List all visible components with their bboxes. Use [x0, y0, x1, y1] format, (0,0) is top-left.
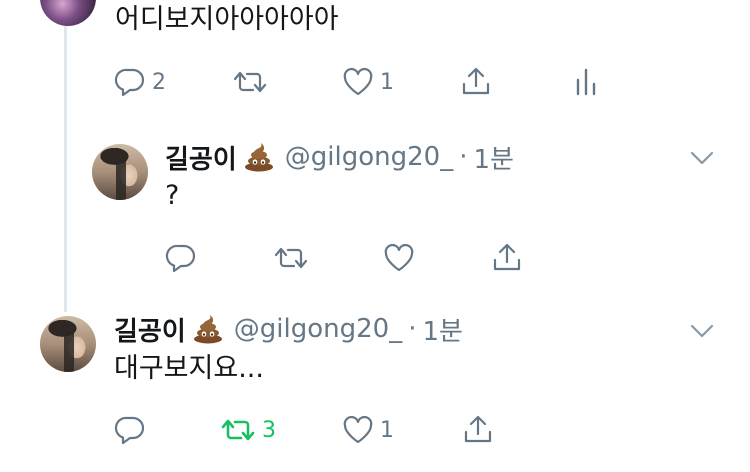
- retweet-count: 3: [262, 417, 276, 443]
- share-icon: [462, 414, 494, 446]
- reply-icon: [114, 67, 146, 97]
- retweet-icon: [273, 243, 309, 273]
- tweet-header: 길공이 @gilgong20_ · 1분: [114, 311, 463, 348]
- tweet-actions: 3 1: [114, 410, 514, 450]
- poop-emoji: [192, 314, 224, 344]
- tweet-actions: [165, 238, 535, 278]
- avatar[interactable]: [92, 144, 148, 200]
- retweet-icon: [232, 67, 268, 97]
- share-icon: [491, 242, 523, 274]
- analytics-button[interactable]: [574, 62, 600, 102]
- chevron-down-icon[interactable]: [690, 323, 714, 338]
- like-count: 1: [380, 69, 394, 95]
- timestamp[interactable]: 1분: [422, 311, 462, 348]
- tweet-actions: 2 1: [114, 62, 614, 102]
- timestamp[interactable]: 1분: [473, 139, 513, 176]
- reply-count: 2: [152, 69, 166, 95]
- like-icon: [383, 243, 415, 273]
- poop-emoji: [243, 142, 275, 172]
- like-button[interactable]: 1: [342, 410, 394, 450]
- avatar[interactable]: [40, 0, 96, 26]
- separator-dot: ·: [408, 314, 417, 344]
- retweet-icon: [220, 415, 256, 445]
- tweet-text: 대구보지요...: [114, 353, 264, 384]
- display-name[interactable]: 길공이: [165, 139, 237, 176]
- thread-line: [64, 0, 67, 312]
- retweet-button[interactable]: 3: [220, 410, 276, 450]
- tweet-text: ?: [165, 180, 180, 211]
- reply-button[interactable]: [165, 238, 203, 278]
- user-handle[interactable]: @gilgong20_: [234, 314, 402, 344]
- reply-button[interactable]: 2: [114, 62, 166, 102]
- reply-icon: [114, 415, 146, 445]
- separator-dot: ·: [459, 142, 468, 172]
- analytics-icon: [574, 66, 600, 98]
- like-button[interactable]: [383, 238, 421, 278]
- like-count: 1: [380, 417, 394, 443]
- share-button[interactable]: [462, 410, 494, 450]
- reply-icon: [165, 243, 197, 273]
- retweet-button[interactable]: [232, 62, 274, 102]
- chevron-down-icon[interactable]: [690, 150, 714, 165]
- share-button[interactable]: [491, 238, 523, 278]
- display-name[interactable]: 길공이: [114, 311, 186, 348]
- retweet-button[interactable]: [273, 238, 315, 278]
- tweet-header: 길공이 @gilgong20_ · 1분: [165, 139, 514, 176]
- reply-button[interactable]: [114, 410, 152, 450]
- avatar[interactable]: [40, 316, 96, 372]
- like-icon: [342, 67, 374, 97]
- like-button[interactable]: 1: [342, 62, 394, 102]
- like-icon: [342, 415, 374, 445]
- tweet-text: 어디보지아아아아아: [115, 4, 339, 35]
- share-button[interactable]: [460, 62, 492, 102]
- user-handle[interactable]: @gilgong20_: [285, 142, 453, 172]
- share-icon: [460, 66, 492, 98]
